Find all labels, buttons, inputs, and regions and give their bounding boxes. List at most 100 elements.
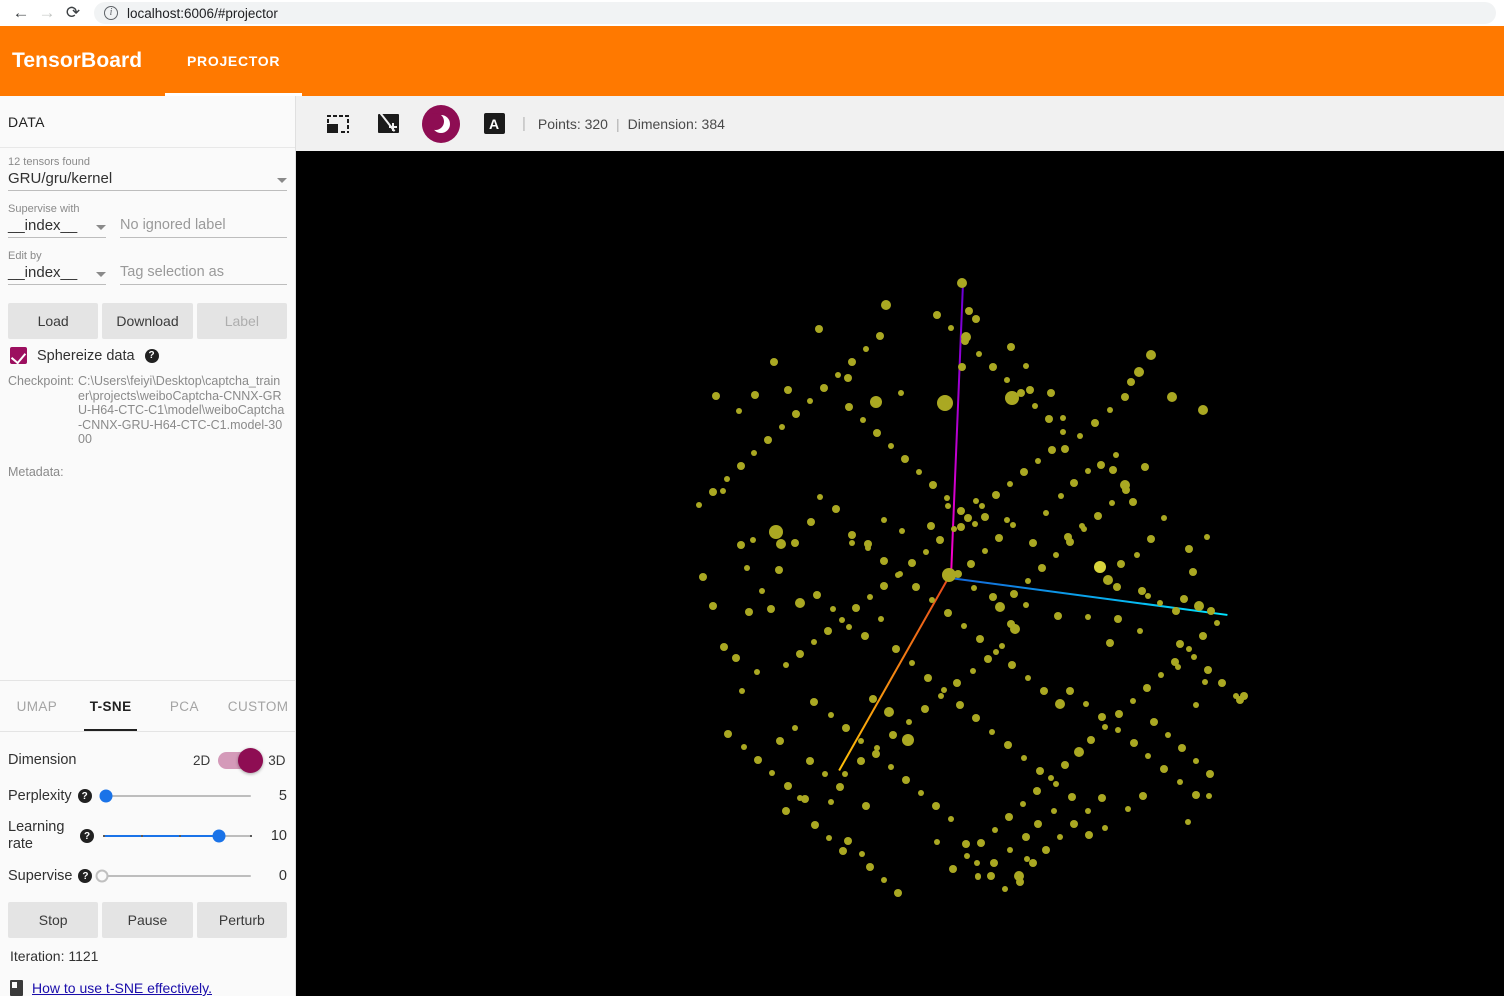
data-point[interactable] — [1074, 747, 1084, 757]
data-point[interactable] — [866, 863, 874, 871]
data-point[interactable] — [929, 481, 937, 489]
data-point[interactable] — [1165, 732, 1171, 738]
data-point[interactable] — [810, 698, 818, 706]
data-point[interactable] — [1121, 393, 1129, 401]
data-point[interactable] — [732, 654, 740, 662]
data-point[interactable] — [830, 606, 836, 612]
data-point[interactable] — [1172, 607, 1180, 615]
data-point[interactable] — [1025, 675, 1031, 681]
data-point[interactable] — [1143, 684, 1151, 692]
data-point[interactable] — [1157, 600, 1163, 606]
data-point[interactable] — [1040, 687, 1048, 695]
data-point[interactable] — [1207, 607, 1215, 615]
data-point[interactable] — [770, 358, 778, 366]
data-point[interactable] — [844, 837, 852, 845]
data-point[interactable] — [945, 503, 951, 509]
data-point[interactable] — [1023, 363, 1029, 369]
data-point[interactable] — [989, 593, 997, 601]
tab-pca[interactable]: PCA — [148, 681, 222, 731]
data-point[interactable] — [936, 536, 944, 544]
data-point[interactable] — [839, 617, 845, 623]
arrow-right-icon[interactable]: → — [34, 1, 60, 25]
data-point[interactable] — [992, 827, 998, 833]
data-point[interactable] — [860, 417, 866, 423]
data-point[interactable] — [881, 517, 887, 523]
data-point[interactable] — [953, 679, 961, 687]
data-point[interactable] — [1193, 758, 1199, 764]
data-point[interactable] — [1083, 701, 1089, 707]
data-point[interactable] — [989, 363, 997, 371]
data-point[interactable] — [1137, 628, 1143, 634]
data-point[interactable] — [848, 531, 856, 539]
data-point[interactable] — [987, 872, 995, 880]
data-point[interactable] — [929, 597, 935, 603]
data-point[interactable] — [1145, 593, 1151, 599]
data-point[interactable] — [839, 847, 847, 855]
data-point[interactable] — [1010, 522, 1016, 528]
slider-thumb[interactable] — [95, 869, 109, 883]
help-icon[interactable]: ? — [144, 348, 159, 363]
data-point[interactable] — [916, 469, 922, 475]
data-point[interactable] — [1158, 672, 1164, 678]
data-point[interactable] — [1007, 343, 1015, 351]
data-point[interactable] — [989, 729, 995, 735]
data-point[interactable] — [1070, 479, 1078, 487]
data-point[interactable] — [1034, 820, 1042, 828]
pause-button[interactable]: Pause — [102, 902, 193, 938]
data-point[interactable] — [744, 565, 750, 571]
data-point[interactable] — [921, 705, 929, 713]
data-point[interactable] — [859, 851, 865, 857]
data-point[interactable] — [869, 695, 877, 703]
data-point[interactable] — [724, 730, 732, 738]
data-point[interactable] — [894, 889, 902, 897]
data-point[interactable] — [720, 643, 728, 651]
data-point[interactable] — [1204, 534, 1210, 540]
data-point[interactable] — [979, 503, 985, 509]
data-point[interactable] — [1094, 512, 1102, 520]
data-point[interactable] — [720, 488, 726, 494]
data-point[interactable] — [1066, 687, 1074, 695]
data-point[interactable] — [1146, 350, 1156, 360]
data-point[interactable] — [1045, 415, 1053, 423]
data-point[interactable] — [1029, 859, 1037, 867]
dimension-3d-label[interactable]: 3D — [268, 753, 285, 768]
data-point[interactable] — [1091, 419, 1099, 427]
data-point[interactable] — [1061, 445, 1069, 453]
data-point[interactable] — [699, 573, 707, 581]
night-mode-icon[interactable] — [422, 104, 460, 143]
data-point[interactable] — [1002, 886, 1008, 892]
data-point[interactable] — [1202, 679, 1208, 685]
data-point[interactable] — [975, 873, 981, 879]
data-point[interactable] — [1057, 834, 1063, 840]
scatter-plot-canvas[interactable] — [296, 151, 1504, 996]
data-point[interactable] — [1010, 590, 1018, 598]
address-bar[interactable]: i localhost:6006/#projector — [94, 2, 1496, 24]
data-point[interactable] — [842, 724, 850, 732]
stop-button[interactable]: Stop — [8, 902, 99, 938]
data-point[interactable] — [795, 598, 805, 608]
data-point[interactable] — [849, 540, 855, 546]
data-point[interactable] — [1145, 753, 1151, 759]
data-point[interactable] — [1127, 378, 1135, 386]
dimension-toggle[interactable] — [218, 747, 264, 773]
data-point[interactable] — [967, 560, 975, 568]
data-point[interactable] — [1178, 744, 1186, 752]
data-point[interactable] — [1022, 833, 1030, 841]
data-point[interactable] — [934, 839, 940, 845]
data-point[interactable] — [898, 390, 904, 396]
data-point[interactable] — [909, 660, 915, 666]
data-point[interactable] — [1236, 696, 1244, 704]
data-point[interactable] — [1077, 433, 1083, 439]
data-point[interactable] — [1189, 568, 1197, 576]
data-point[interactable] — [1098, 713, 1106, 721]
data-point[interactable] — [1085, 468, 1091, 474]
download-button[interactable]: Download — [102, 303, 193, 339]
data-point[interactable] — [1177, 779, 1183, 785]
data-point[interactable] — [974, 860, 980, 866]
data-point[interactable] — [739, 688, 745, 694]
data-point[interactable] — [880, 557, 888, 565]
data-point[interactable] — [976, 635, 984, 643]
data-point[interactable] — [1066, 538, 1074, 546]
data-point[interactable] — [1029, 539, 1037, 547]
data-point[interactable] — [1007, 481, 1013, 487]
